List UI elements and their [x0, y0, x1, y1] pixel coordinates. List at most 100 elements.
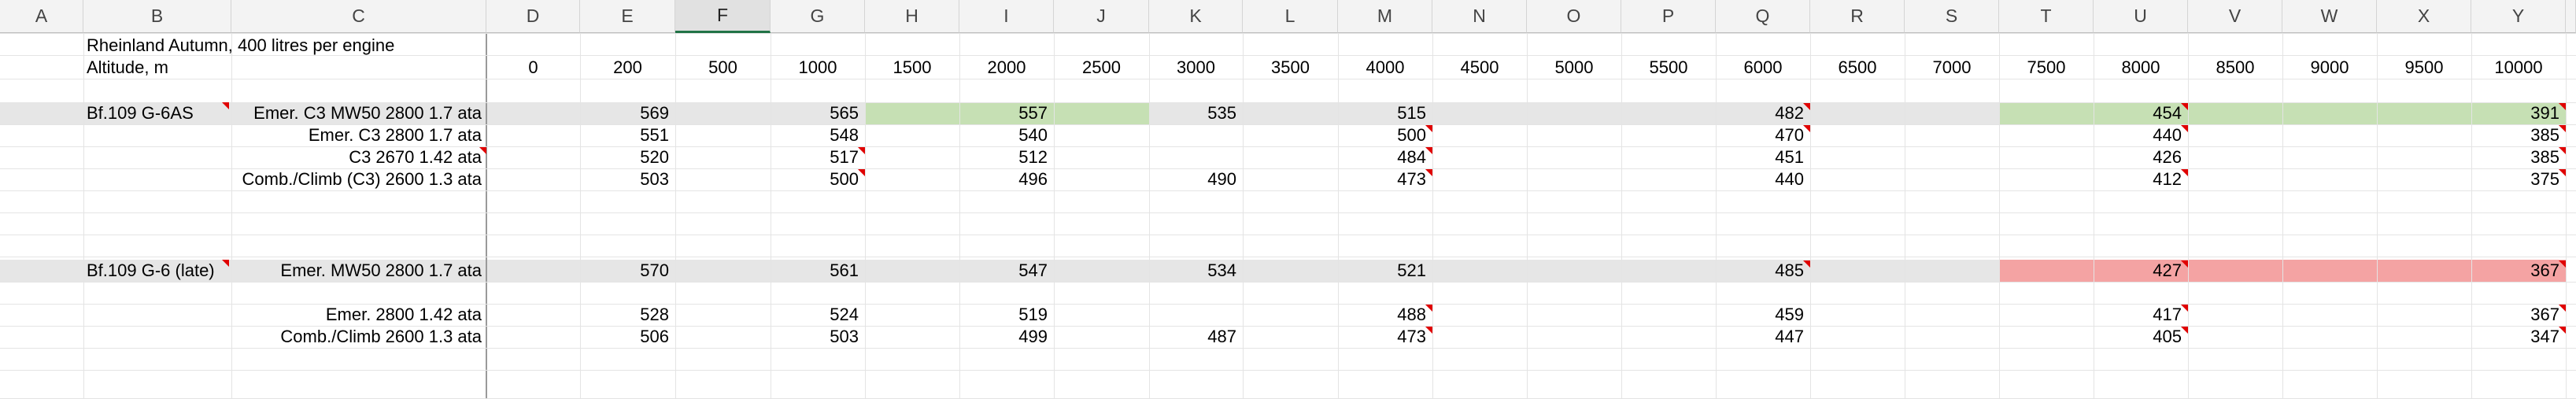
speed-value-i[interactable]: 496: [959, 168, 1048, 190]
altitude-header-l[interactable]: 3500: [1243, 57, 1338, 79]
column-header-b[interactable]: B: [83, 0, 231, 33]
column-header-j[interactable]: J: [1054, 0, 1149, 33]
column-header-t[interactable]: T: [1999, 0, 2094, 33]
column-header-d[interactable]: D: [486, 0, 580, 33]
speed-value-m[interactable]: 484: [1338, 146, 1426, 168]
altitude-header-g[interactable]: 1000: [771, 57, 865, 79]
speed-value-m[interactable]: 500: [1338, 124, 1426, 146]
speed-value-m[interactable]: 473: [1338, 326, 1426, 348]
column-header-s[interactable]: S: [1905, 0, 1999, 33]
speed-value-u[interactable]: 426: [2094, 146, 2182, 168]
speed-value-y[interactable]: 347: [2471, 326, 2559, 348]
speed-value-y[interactable]: 391: [2471, 102, 2559, 124]
speed-value-e[interactable]: 528: [580, 304, 669, 326]
speed-value-u[interactable]: 405: [2094, 326, 2182, 348]
speed-value-i[interactable]: 547: [959, 260, 1048, 282]
speed-value-i[interactable]: 557: [959, 102, 1048, 124]
altitude-header-t[interactable]: 7500: [1999, 57, 2094, 79]
altitude-header-q[interactable]: 6000: [1716, 57, 1810, 79]
speed-value-u[interactable]: 440: [2094, 124, 2182, 146]
aircraft-name[interactable]: Bf.109 G-6AS: [87, 102, 194, 124]
column-header-k[interactable]: K: [1149, 0, 1243, 33]
column-header-c[interactable]: C: [231, 0, 486, 33]
speed-value-k[interactable]: 535: [1149, 102, 1236, 124]
altitude-header-m[interactable]: 4000: [1338, 57, 1432, 79]
speed-value-y[interactable]: 385: [2471, 124, 2559, 146]
speed-value-y[interactable]: 375: [2471, 168, 2559, 190]
altitude-header-y[interactable]: 10000: [2471, 57, 2566, 79]
speed-value-q[interactable]: 482: [1716, 102, 1804, 124]
speed-value-m[interactable]: 488: [1338, 304, 1426, 326]
speed-value-g[interactable]: 565: [771, 102, 859, 124]
altitude-header-f[interactable]: 500: [675, 57, 771, 79]
column-header-l[interactable]: L: [1243, 0, 1338, 33]
column-header-f[interactable]: F: [675, 0, 771, 33]
speed-value-g[interactable]: 548: [771, 124, 859, 146]
speed-value-i[interactable]: 499: [959, 326, 1048, 348]
speed-value-q[interactable]: 470: [1716, 124, 1804, 146]
speed-value-e[interactable]: 506: [580, 326, 669, 348]
column-header-h[interactable]: H: [865, 0, 959, 33]
speed-value-g[interactable]: 503: [771, 326, 859, 348]
altitude-header-p[interactable]: 5500: [1621, 57, 1716, 79]
speed-value-i[interactable]: 540: [959, 124, 1048, 146]
altitude-header-d[interactable]: 0: [486, 57, 580, 79]
sheet-title[interactable]: Rheinland Autumn, 400 litres per engine: [87, 35, 394, 57]
speed-value-g[interactable]: 517: [771, 146, 859, 168]
speed-value-q[interactable]: 440: [1716, 168, 1804, 190]
engine-setting-label[interactable]: Emer. MW50 2800 1.7 ata: [231, 260, 482, 282]
column-header-o[interactable]: O: [1527, 0, 1621, 33]
column-header-i[interactable]: I: [959, 0, 1054, 33]
altitude-header-k[interactable]: 3000: [1149, 57, 1243, 79]
altitude-header-r[interactable]: 6500: [1810, 57, 1905, 79]
speed-value-g[interactable]: 524: [771, 304, 859, 326]
altitude-header-x[interactable]: 9500: [2377, 57, 2471, 79]
speed-value-y[interactable]: 367: [2471, 304, 2559, 326]
column-header-u[interactable]: U: [2094, 0, 2188, 33]
column-header-y[interactable]: Y: [2471, 0, 2566, 33]
column-header-g[interactable]: G: [771, 0, 865, 33]
engine-setting-label[interactable]: C3 2670 1.42 ata: [231, 146, 482, 168]
aircraft-name[interactable]: Bf.109 G-6 (late): [87, 260, 215, 282]
speed-value-g[interactable]: 500: [771, 168, 859, 190]
column-header-p[interactable]: P: [1621, 0, 1716, 33]
speed-value-m[interactable]: 473: [1338, 168, 1426, 190]
speed-value-e[interactable]: 569: [580, 102, 669, 124]
speed-value-y[interactable]: 385: [2471, 146, 2559, 168]
altitude-header-o[interactable]: 5000: [1527, 57, 1621, 79]
speed-value-u[interactable]: 427: [2094, 260, 2182, 282]
speed-value-u[interactable]: 454: [2094, 102, 2182, 124]
engine-setting-label[interactable]: Emer. 2800 1.42 ata: [231, 304, 482, 326]
speed-value-u[interactable]: 412: [2094, 168, 2182, 190]
altitude-header-h[interactable]: 1500: [865, 57, 959, 79]
altitude-header-s[interactable]: 7000: [1905, 57, 1999, 79]
speed-value-q[interactable]: 447: [1716, 326, 1804, 348]
speed-value-e[interactable]: 520: [580, 146, 669, 168]
speed-value-i[interactable]: 519: [959, 304, 1048, 326]
altitude-header-e[interactable]: 200: [580, 57, 675, 79]
engine-setting-label[interactable]: Comb./Climb (C3) 2600 1.3 ata: [231, 168, 482, 190]
altitude-header-j[interactable]: 2500: [1054, 57, 1149, 79]
speed-value-q[interactable]: 485: [1716, 260, 1804, 282]
engine-setting-label[interactable]: Comb./Climb 2600 1.3 ata: [231, 326, 482, 348]
speed-value-e[interactable]: 570: [580, 260, 669, 282]
speed-value-k[interactable]: 490: [1149, 168, 1236, 190]
engine-setting-label[interactable]: Emer. C3 MW50 2800 1.7 ata: [231, 102, 482, 124]
column-header-m[interactable]: M: [1338, 0, 1432, 33]
speed-value-k[interactable]: 487: [1149, 326, 1236, 348]
speed-value-g[interactable]: 561: [771, 260, 859, 282]
altitude-header-i[interactable]: 2000: [959, 57, 1054, 79]
altitude-header-w[interactable]: 9000: [2282, 57, 2377, 79]
speed-value-m[interactable]: 521: [1338, 260, 1426, 282]
speed-value-k[interactable]: 534: [1149, 260, 1236, 282]
column-header-q[interactable]: Q: [1716, 0, 1810, 33]
speed-value-e[interactable]: 503: [580, 168, 669, 190]
column-header-a[interactable]: A: [0, 0, 83, 33]
speed-value-q[interactable]: 459: [1716, 304, 1804, 326]
column-header-v[interactable]: V: [2188, 0, 2282, 33]
altitude-header-n[interactable]: 4500: [1432, 57, 1527, 79]
column-header-e[interactable]: E: [580, 0, 675, 33]
speed-value-m[interactable]: 515: [1338, 102, 1426, 124]
altitude-header-u[interactable]: 8000: [2094, 57, 2188, 79]
column-header-x[interactable]: X: [2377, 0, 2471, 33]
